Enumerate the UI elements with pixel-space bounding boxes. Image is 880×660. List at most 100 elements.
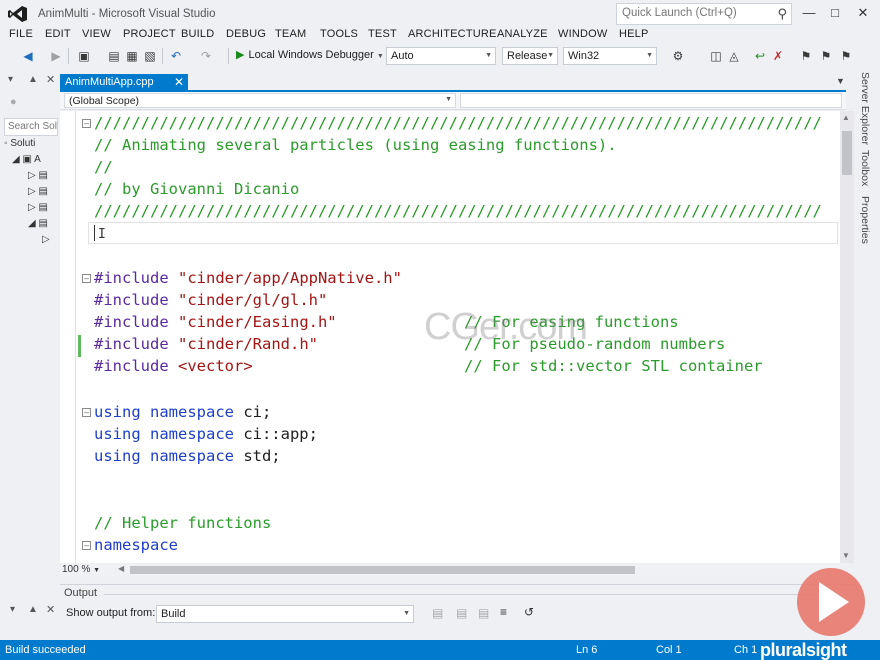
solution-configuration-combo[interactable]: Auto ▼ [386, 47, 496, 65]
quick-launch-input[interactable]: Quick Launch (Ctrl+Q) ⚲ [616, 3, 792, 25]
zoom-combo[interactable]: 100 % ▼ [62, 564, 112, 576]
menu-project[interactable]: PROJECT [123, 28, 176, 40]
output-source-value: Build [161, 608, 186, 620]
find-message-icon[interactable]: ▤ [478, 606, 489, 620]
panel-dropdown-icon[interactable]: ▾ [10, 604, 15, 615]
toolbar-action-icon[interactable]: ◬ [726, 48, 742, 64]
pin-icon[interactable]: ▲ [28, 604, 38, 615]
menu-build[interactable]: BUILD [181, 28, 214, 40]
clear-all-icon[interactable]: ≡ [500, 605, 507, 619]
close-window-button[interactable]: ✕ [852, 4, 874, 22]
collapse-icon[interactable]: – [82, 119, 91, 128]
menu-view[interactable]: VIEW [82, 28, 111, 40]
menu-test[interactable]: TEST [368, 28, 397, 40]
collapse-icon[interactable]: – [82, 408, 91, 417]
save-icon[interactable]: ▦ [124, 48, 140, 64]
menu-debug[interactable]: DEBUG [226, 28, 266, 40]
collapse-icon[interactable]: – [82, 541, 91, 550]
chevron-down-icon: ▼ [485, 52, 492, 59]
close-panel-icon[interactable]: ✕ [46, 603, 55, 616]
margin-line [75, 111, 76, 563]
scroll-up-icon[interactable]: ▲ [842, 113, 850, 122]
navigate-back-icon[interactable]: ◀ [20, 48, 36, 64]
menu-help[interactable]: HELP [619, 28, 649, 40]
toolbar-action-icon[interactable]: ◫ [708, 48, 724, 64]
code-line: // by Giovanni Dicanio [94, 180, 300, 198]
bookmark-icon[interactable]: ⚑ [798, 48, 814, 64]
navigate-forward-icon[interactable]: ▶ [48, 48, 64, 64]
tree-item[interactable]: ▷ [42, 234, 50, 248]
goto-prev-message-icon[interactable]: ▤ [432, 606, 443, 620]
tab-server-explorer[interactable]: Server Explorer [859, 72, 871, 145]
start-debugging-button[interactable]: ▶ Local Windows Debugger ▼ [236, 48, 384, 64]
menu-architecture[interactable]: ARCHITECTURE [408, 28, 497, 40]
vertical-scroll-thumb[interactable] [842, 131, 852, 175]
new-project-icon[interactable]: ▣ [76, 48, 92, 64]
config-release-value: Release [507, 50, 548, 62]
tree-item[interactable]: ◢ ▤ [28, 218, 48, 232]
open-file-icon[interactable]: ▤ [106, 48, 122, 64]
redo-icon[interactable]: ↷ [198, 48, 214, 64]
maximize-button[interactable]: □ [824, 4, 846, 22]
undo-icon[interactable]: ↶ [168, 48, 184, 64]
toolbar-separator [68, 48, 69, 64]
tab-animmultiapp-cpp[interactable]: AnimMultiApp.cpp ✕ [60, 74, 188, 92]
code-line-using: using namespace std; [94, 447, 281, 465]
close-panel-icon[interactable]: ✕ [46, 73, 55, 86]
output-panel: Output Show output from: Build ▼ ▤ ▤ ▤ ≡… [60, 584, 856, 638]
platform-combo[interactable]: Win32 ▼ [563, 47, 657, 65]
toolbar-separator [162, 48, 163, 64]
toolbar-action-icon[interactable]: ✗ [770, 48, 786, 64]
scope-combo[interactable]: (Global Scope) ▼ [64, 93, 456, 108]
status-message: Build succeeded [5, 644, 86, 656]
horizontal-scroll-thumb[interactable] [130, 566, 635, 574]
solution-search-input[interactable]: Search Sol [4, 118, 58, 136]
code-comment: // Helper functions [94, 514, 272, 532]
goto-next-message-icon[interactable]: ▤ [456, 606, 467, 620]
scroll-left-icon[interactable]: ◀ [118, 564, 124, 573]
menu-window[interactable]: WINDOW [558, 28, 607, 40]
standard-toolbar: ◀ ▶ ▣ ▤ ▦ ▧ ↶ ↷ ▶ Local Windows Debugger … [0, 45, 880, 67]
code-editor[interactable]: – //////////////////////////////////////… [60, 111, 840, 563]
back-icon[interactable]: ● [10, 96, 17, 108]
menu-file[interactable]: FILE [9, 28, 33, 40]
tree-item[interactable]: ▷ ▤ [28, 186, 48, 200]
menu-tools[interactable]: TOOLS [320, 28, 358, 40]
output-source-combo[interactable]: Build ▼ [156, 605, 414, 623]
word-wrap-icon[interactable]: ↺ [524, 605, 534, 619]
panel-dropdown-icon[interactable]: ▾ [8, 74, 13, 85]
chevron-down-icon: ▼ [403, 610, 410, 617]
pin-icon[interactable]: ▲ [28, 74, 38, 85]
attach-process-icon[interactable]: ⚙ [670, 48, 686, 64]
menu-edit[interactable]: EDIT [45, 28, 71, 40]
collapse-icon[interactable]: – [82, 274, 91, 283]
code-line-include: #include "cinder/app/AppNative.h" [94, 269, 402, 287]
tab-properties[interactable]: Properties [859, 196, 871, 244]
close-tab-icon[interactable]: ✕ [174, 75, 184, 89]
video-play-overlay[interactable] [797, 568, 865, 636]
scroll-down-icon[interactable]: ▼ [842, 551, 850, 560]
code-line: // Animating several particles (using ea… [94, 136, 617, 154]
output-panel-title: Output [64, 587, 98, 599]
vertical-scrollbar[interactable]: ▲ ▼ [840, 111, 854, 563]
tab-toolbox[interactable]: Toolbox [859, 150, 871, 186]
minimize-button[interactable]: — [798, 4, 820, 22]
menu-team[interactable]: TEAM [275, 28, 306, 40]
tab-list-dropdown-icon[interactable]: ▼ [836, 76, 845, 86]
code-comment: // For std::vector STL container [464, 357, 763, 375]
zoom-value: 100 % [62, 564, 91, 575]
status-line: Ln 6 [576, 644, 598, 656]
save-all-icon[interactable]: ▧ [142, 48, 158, 64]
toolbar-action-icon[interactable]: ↩ [752, 48, 768, 64]
menu-analyze[interactable]: ANALYZE [497, 28, 548, 40]
member-combo[interactable] [460, 93, 842, 108]
build-configuration-combo[interactable]: Release ▼ [502, 47, 558, 65]
tree-item-solution[interactable]: ◦ Soluti [4, 138, 35, 152]
bookmark-prev-icon[interactable]: ⚑ [818, 48, 834, 64]
tree-item[interactable]: ▷ ▤ [28, 202, 48, 216]
tree-item-project[interactable]: ◢ ▣ A [12, 154, 41, 168]
bookmark-next-icon[interactable]: ⚑ [838, 48, 854, 64]
chevron-down-icon: ▼ [547, 52, 554, 59]
tree-item[interactable]: ▷ ▤ [28, 170, 48, 184]
chevron-down-icon: ▼ [93, 567, 101, 574]
